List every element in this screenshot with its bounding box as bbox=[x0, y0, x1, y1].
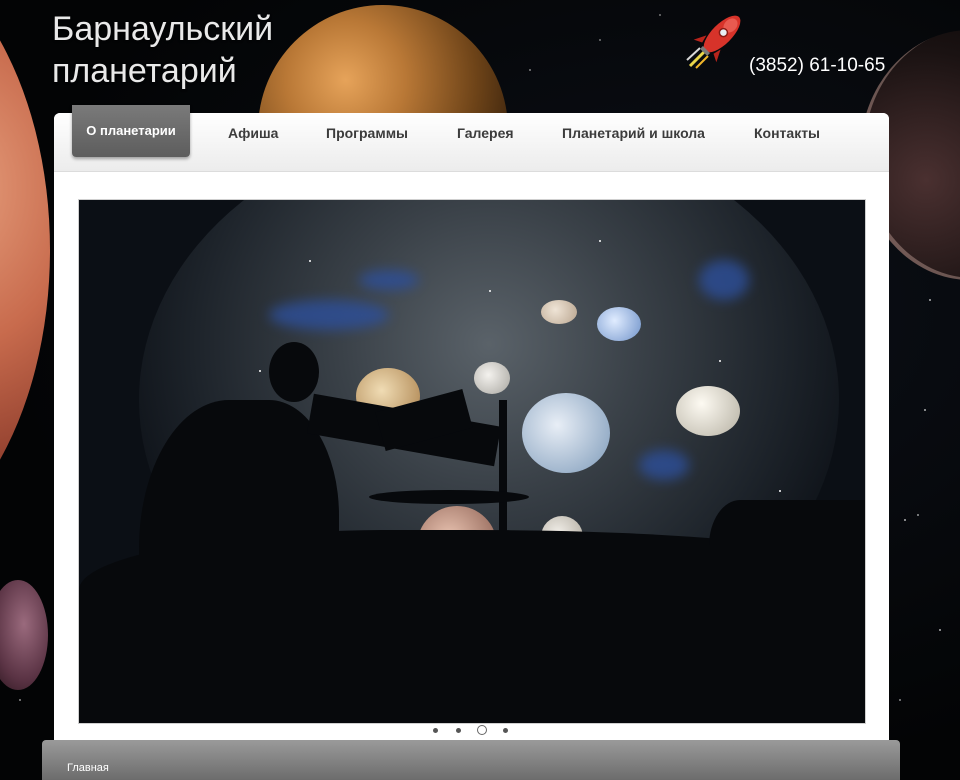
planet-orb bbox=[676, 386, 740, 436]
nav-item-afisha[interactable]: Афиша bbox=[228, 125, 278, 141]
telescope-base-silhouette bbox=[369, 490, 529, 504]
main-navigation: О планетарии Афиша Программы Галерея Пла… bbox=[54, 105, 889, 172]
planet-orb bbox=[541, 300, 577, 324]
slider-pagination bbox=[431, 725, 511, 737]
star bbox=[309, 260, 311, 262]
star bbox=[719, 360, 721, 362]
main-panel: О планетарии Афиша Программы Галерея Пла… bbox=[54, 105, 889, 753]
nebula-shape bbox=[639, 450, 689, 480]
nav-item-gallery[interactable]: Галерея bbox=[457, 125, 514, 141]
slider-dot-4[interactable] bbox=[503, 728, 508, 733]
breadcrumb-bar: Главная bbox=[42, 740, 900, 780]
nebula-shape bbox=[269, 300, 389, 330]
planet-left-decoration bbox=[0, 0, 50, 560]
image-slider[interactable] bbox=[78, 199, 866, 724]
planet-orb bbox=[522, 393, 610, 473]
site-title-line1: Барнаульский bbox=[52, 10, 274, 48]
slider-dot-1[interactable] bbox=[433, 728, 438, 733]
rocket-icon bbox=[686, 15, 741, 69]
nav-item-about[interactable]: О планетарии bbox=[72, 105, 190, 157]
planet-small-decoration bbox=[0, 580, 48, 690]
site-title[interactable]: Барнаульский планетарий bbox=[52, 8, 273, 92]
person-head-silhouette bbox=[269, 342, 319, 402]
site-title-line2: планетарий bbox=[52, 52, 237, 90]
nebula-shape bbox=[359, 270, 419, 290]
phone-number[interactable]: (3852) 61-10-65 bbox=[749, 55, 885, 77]
dome-wall-silhouette bbox=[709, 500, 865, 723]
nav-item-school[interactable]: Планетарий и школа bbox=[562, 125, 705, 141]
star bbox=[599, 240, 601, 242]
slider-dot-2[interactable] bbox=[456, 728, 461, 733]
nav-item-programs[interactable]: Программы bbox=[326, 125, 408, 141]
planet-orb bbox=[597, 307, 641, 341]
person-silhouette bbox=[139, 400, 339, 723]
star bbox=[259, 370, 261, 372]
slider-dot-3[interactable] bbox=[477, 725, 487, 735]
star bbox=[779, 490, 781, 492]
nav-item-contacts[interactable]: Контакты bbox=[754, 125, 820, 141]
breadcrumb-home-link[interactable]: Главная bbox=[67, 762, 109, 774]
nebula-shape bbox=[699, 260, 749, 300]
star bbox=[489, 290, 491, 292]
planet-orb bbox=[474, 362, 510, 394]
